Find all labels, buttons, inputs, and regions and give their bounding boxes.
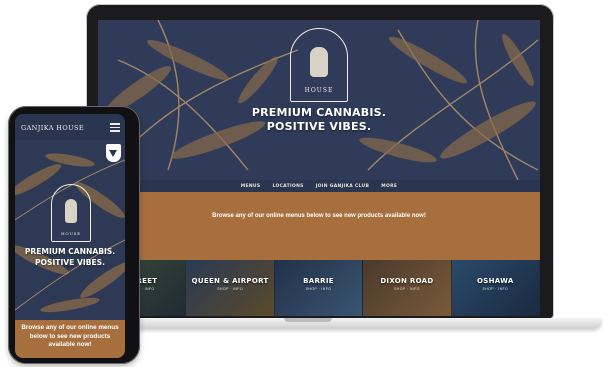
hamburger-menu-icon[interactable]: [110, 123, 120, 132]
store-card[interactable]: DIXON ROAD SHOP · INFO: [363, 260, 452, 316]
lion-icon: [65, 199, 77, 223]
store-name: BARRIE: [303, 277, 334, 285]
store-name: OSHAWA: [477, 277, 514, 285]
tagline-line-1: PREMIUM CANNABIS.: [251, 106, 387, 119]
tagline-line-2: POSITIVE VIBES.: [34, 258, 106, 267]
store-strip: STREET SHOP · INFO QUEEN & AIRPORT SHOP …: [98, 260, 540, 316]
logo-text: HOUSE: [61, 231, 81, 236]
store-links: SHOP · INFO: [305, 287, 332, 291]
hero-banner: HOUSE PREMIUM CANNABIS. POSITIVE VIBES.: [98, 20, 540, 180]
brand-logo[interactable]: HOUSE: [290, 28, 348, 102]
store-card[interactable]: OSHAWA SHOP · INFO: [451, 260, 540, 316]
laptop-base: [74, 318, 602, 329]
phone-header: GANJIKA HOUSE: [15, 114, 125, 140]
laptop-notch: [284, 318, 332, 322]
phone-screen: GANJIKA HOUSE HOUSE PREMIUM CANNABIS. PO…: [15, 114, 125, 358]
store-links: SHOP · INFO: [394, 287, 420, 291]
browse-panel: Browse any of our online menus below to …: [98, 192, 540, 260]
browse-message: Browse any of our online menus below to …: [21, 324, 119, 348]
main-nav: MENUS LOCATIONS JOIN GANJIKA CLUB MORE: [98, 180, 540, 192]
lion-icon: [310, 47, 328, 77]
store-card[interactable]: QUEEN & AIRPORT SHOP · INFO: [186, 260, 275, 316]
nav-menus[interactable]: MENUS: [241, 184, 261, 189]
laptop-screen: HOUSE PREMIUM CANNABIS. POSITIVE VIBES. …: [98, 20, 540, 316]
logo-text: HOUSE: [304, 87, 334, 94]
browse-panel: Browse any of our online menus below to …: [15, 320, 125, 358]
tagline-line-2: POSITIVE VIBES.: [266, 120, 372, 133]
store-name: DIXON ROAD: [380, 277, 434, 285]
brand-logo[interactable]: HOUSE: [51, 184, 91, 242]
hero-tagline: PREMIUM CANNABIS. POSITIVE VIBES.: [98, 106, 540, 134]
nav-more[interactable]: MORE: [381, 184, 397, 189]
store-name: QUEEN & AIRPORT: [191, 277, 269, 285]
tagline-line-1: PREMIUM CANNABIS.: [24, 247, 116, 256]
shield-badge-icon: [106, 144, 121, 162]
store-links: SHOP · INFO: [217, 287, 243, 291]
phone-brand-name[interactable]: GANJIKA HOUSE: [21, 124, 84, 132]
nav-join-club[interactable]: JOIN GANJIKA CLUB: [316, 184, 370, 189]
browse-message: Browse any of our online menus below to …: [212, 213, 426, 219]
store-links: SHOP · INFO: [482, 287, 509, 291]
nav-locations[interactable]: LOCATIONS: [272, 184, 303, 189]
hero-tagline: PREMIUM CANNABIS. POSITIVE VIBES.: [15, 246, 125, 268]
store-card[interactable]: BARRIE SHOP · INFO: [274, 260, 364, 316]
